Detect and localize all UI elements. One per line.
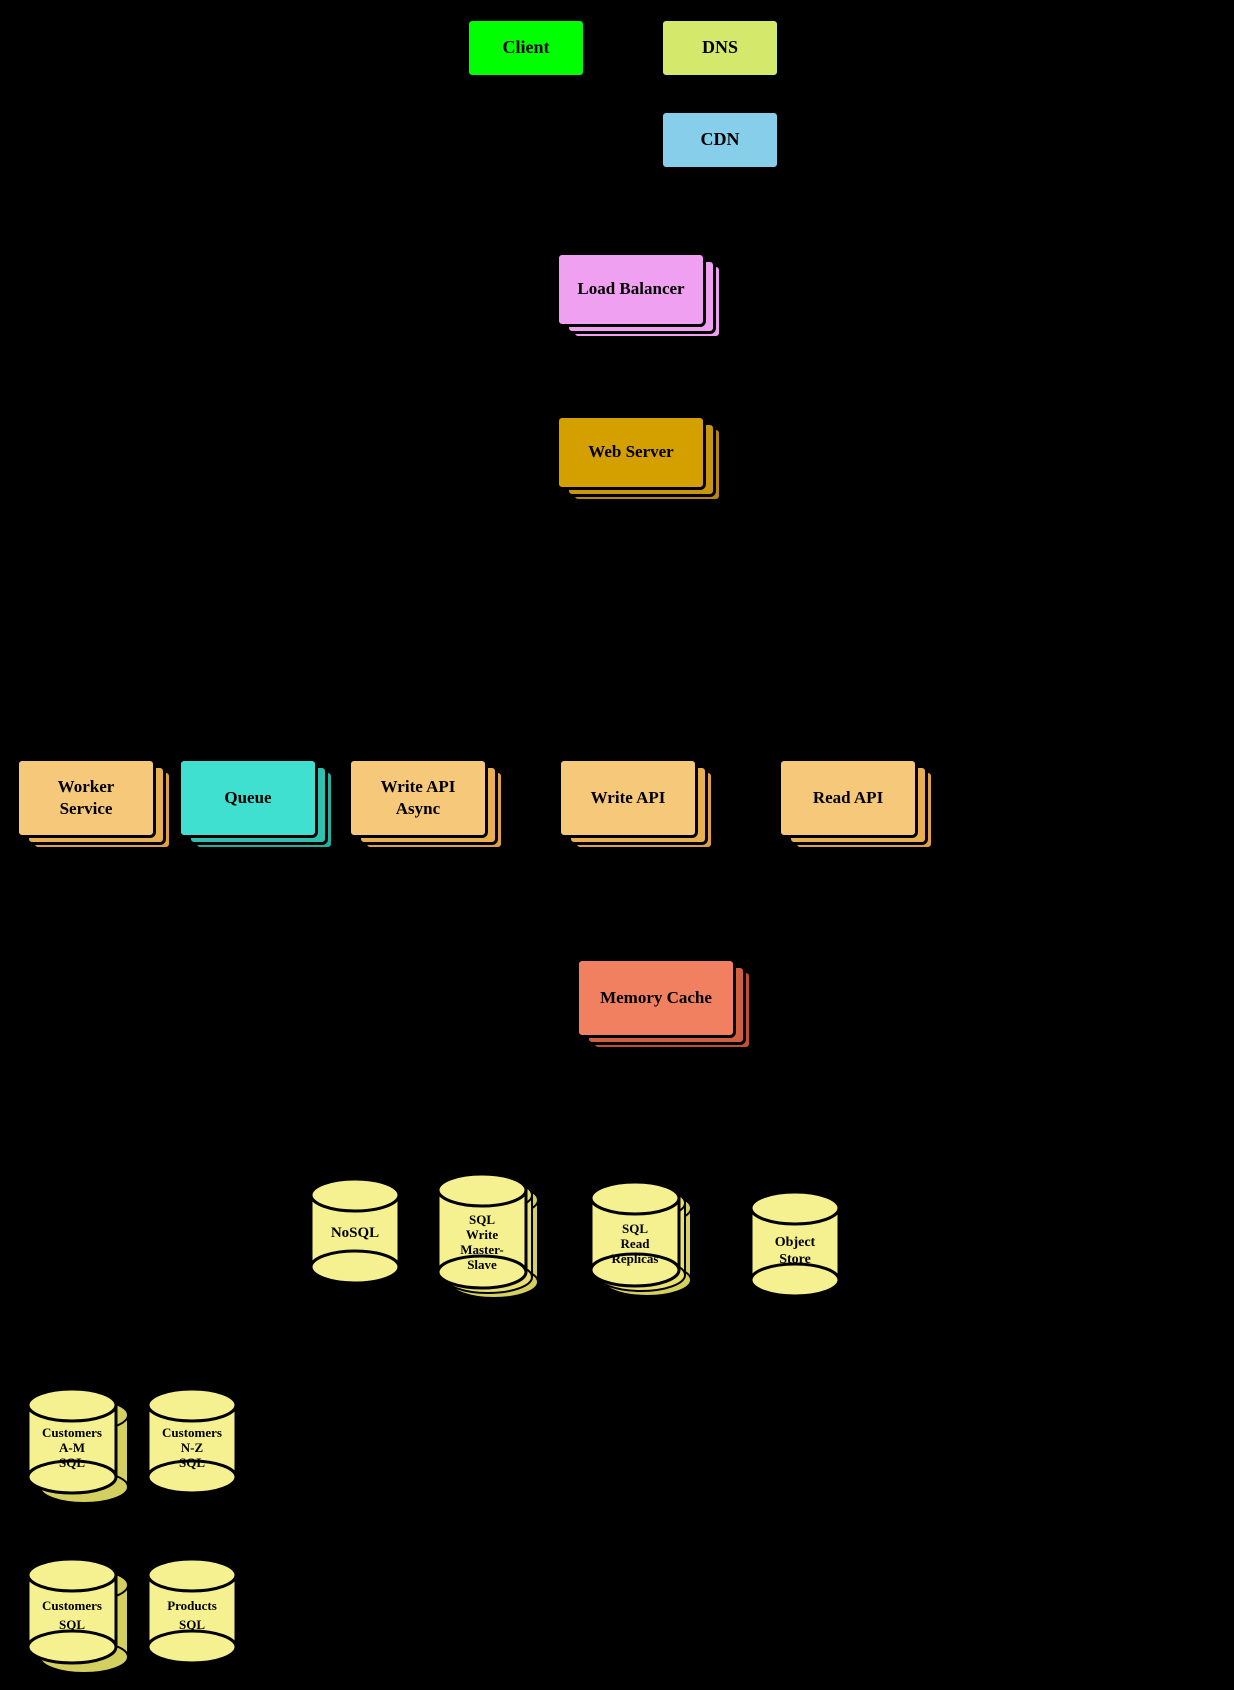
write-api-async-label: Write APIAsync <box>381 776 456 820</box>
svg-text:Store: Store <box>779 1252 811 1267</box>
svg-text:Products: Products <box>167 1598 217 1613</box>
client-card: Client <box>466 18 586 78</box>
load-balancer-label: Load Balancer <box>577 278 684 300</box>
sql-write-cylinder: SQL Write Master- Slave <box>435 1170 535 1300</box>
customers-am-cylinder: Customers A-M SQL <box>25 1385 125 1500</box>
svg-text:Write: Write <box>466 1227 498 1242</box>
worker-service-card: WorkerService <box>16 758 156 838</box>
architecture-diagram: Client DNS CDN Load Balancer Web Server <box>0 0 1234 1666</box>
svg-text:SQL: SQL <box>179 1455 205 1470</box>
write-api-label: Write API <box>591 787 666 809</box>
svg-text:SQL: SQL <box>622 1221 648 1236</box>
write-api-card: Write API <box>558 758 698 838</box>
dns-label: DNS <box>702 36 738 59</box>
web-server-card: Web Server <box>556 415 706 490</box>
write-api-async-card: Write APIAsync <box>348 758 488 838</box>
svg-text:Master-: Master- <box>460 1242 504 1257</box>
customers-sql-cylinder: Customers SQL <box>25 1555 125 1670</box>
svg-text:SQL: SQL <box>469 1212 495 1227</box>
load-balancer-card: Load Balancer <box>556 252 706 327</box>
client-label: Client <box>503 36 550 59</box>
queue-card: Queue <box>178 758 318 838</box>
object-store-cylinder: Object Store <box>748 1188 848 1298</box>
svg-text:Slave: Slave <box>467 1257 497 1272</box>
svg-text:NoSQL: NoSQL <box>331 1225 379 1241</box>
svg-text:Customers: Customers <box>162 1425 222 1440</box>
read-api-label: Read API <box>813 787 883 809</box>
svg-text:Replicas: Replicas <box>612 1251 659 1266</box>
read-api-card: Read API <box>778 758 918 838</box>
sql-read-cylinder: SQL Read Replicas <box>588 1178 688 1298</box>
svg-text:A-M: A-M <box>59 1440 85 1455</box>
web-server-label: Web Server <box>588 441 673 463</box>
customers-nz-cylinder: Customers N-Z SQL <box>145 1385 245 1500</box>
svg-text:Customers: Customers <box>42 1598 102 1613</box>
svg-text:SQL: SQL <box>59 1617 85 1632</box>
svg-text:N-Z: N-Z <box>181 1440 204 1455</box>
cdn-label: CDN <box>701 128 740 151</box>
queue-label: Queue <box>224 787 271 809</box>
dns-card: DNS <box>660 18 780 78</box>
svg-text:Object: Object <box>775 1235 816 1250</box>
memory-cache-card: Memory Cache <box>576 958 736 1038</box>
nosql-cylinder: NoSQL <box>308 1175 408 1285</box>
worker-service-label: WorkerService <box>58 776 115 820</box>
cdn-card: CDN <box>660 110 780 170</box>
svg-text:Customers: Customers <box>42 1425 102 1440</box>
svg-text:SQL: SQL <box>59 1455 85 1470</box>
products-sql-cylinder: Products SQL <box>145 1555 245 1670</box>
svg-text:Read: Read <box>621 1236 651 1251</box>
memory-cache-label: Memory Cache <box>600 987 712 1009</box>
svg-text:SQL: SQL <box>179 1617 205 1632</box>
